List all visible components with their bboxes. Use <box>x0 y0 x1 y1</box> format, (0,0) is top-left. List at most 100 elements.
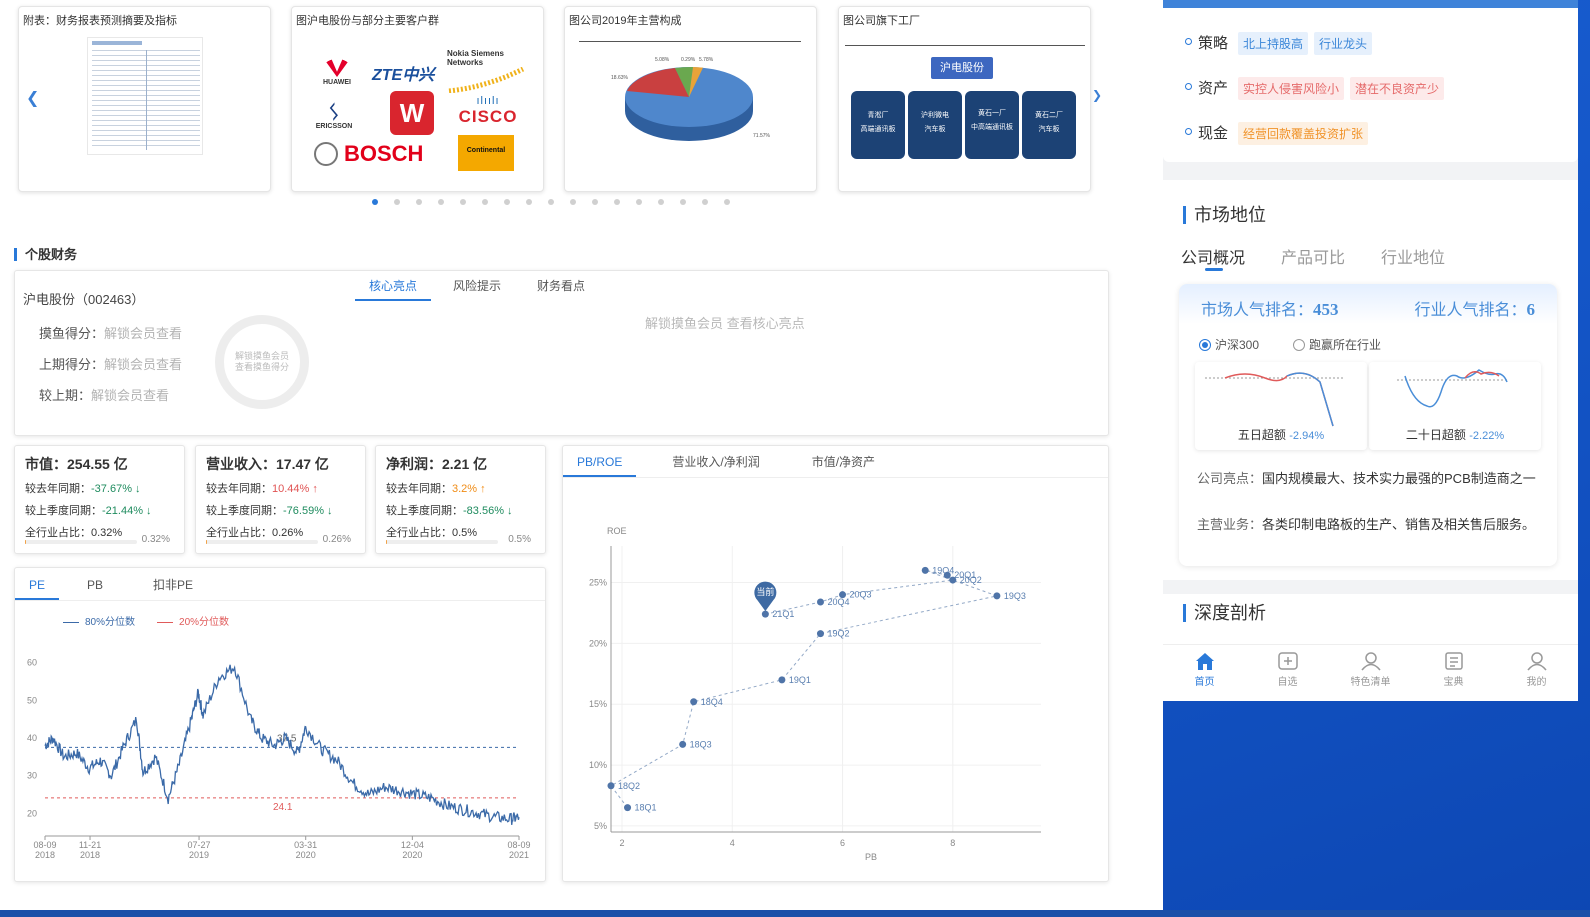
active-tab-underline <box>1205 268 1223 271</box>
carousel-dot[interactable] <box>658 199 664 205</box>
pe-series-line <box>44 664 520 825</box>
prev-score-locked-value[interactable]: 解锁会员查看 <box>104 357 182 372</box>
feature-tag[interactable]: 经营回款覆盖投资扩张 <box>1238 122 1369 145</box>
carousel-dot[interactable] <box>482 199 488 205</box>
pb-point-19Q1 <box>778 676 786 684</box>
metric-share-fill <box>25 540 27 544</box>
nav-label: 首页 <box>1194 677 1215 688</box>
pb-point-19Q2 <box>816 630 824 638</box>
metric-qoq: 较上季度同期：-83.56% ↓ <box>386 505 513 517</box>
pe-x-tick-label: 08-09 <box>33 840 56 850</box>
tab-industry-position[interactable]: 行业地位 <box>1381 244 1445 268</box>
carousel-dot[interactable] <box>460 199 466 205</box>
pb-point-label: 20Q4 <box>827 597 849 607</box>
metric-share-value: 0.26% <box>322 534 351 545</box>
feature-tag[interactable]: 北上持股高 <box>1238 32 1309 55</box>
pb-point-label: 19Q1 <box>789 675 811 685</box>
wuerth-logo: W <box>390 91 434 135</box>
factory-root-box: 沪电股份 <box>931 57 993 79</box>
main-business: 主营业务： 各类印制电路板的生产、销售及相关售后服务。 <box>1197 517 1536 532</box>
carousel-dot[interactable] <box>636 199 642 205</box>
tab-pe-deducted[interactable]: 扣非PE <box>131 572 215 600</box>
pb-x-tick-label: 4 <box>730 838 735 848</box>
radio-beat-industry[interactable]: 跑赢所在行业 <box>1293 336 1381 353</box>
change-locked-value[interactable]: 解锁会员查看 <box>91 388 169 403</box>
carousel-dot[interactable] <box>680 199 686 205</box>
carousel-slide-revenue-mix[interactable]: 图公司2019年主营构成 5.08% 0.29% 5.78% 18.63% 71… <box>564 6 817 192</box>
metric-yoy: 较去年同期：10.44% ↑ <box>206 483 318 495</box>
excess-20d-chart: 二十日超额 -2.22% <box>1369 362 1541 450</box>
book-icon <box>1412 651 1495 673</box>
tab-company-overview[interactable]: 公司概况 <box>1181 244 1245 268</box>
carousel-dot[interactable] <box>526 199 532 205</box>
unlock-highlights-text[interactable]: 解锁摸鱼会员 查看核心亮点 <box>645 313 805 332</box>
excess-5d-chart: 五日超额 -2.94% <box>1195 362 1367 450</box>
market-popularity: 市场人气排名：453 <box>1201 300 1339 319</box>
feature-tag[interactable]: 实控人侵害风险小 <box>1238 77 1345 100</box>
carousel-dot[interactable] <box>438 199 444 205</box>
tab-risk-warnings[interactable]: 风险提示 <box>431 273 523 301</box>
carousel-dot[interactable] <box>504 199 510 205</box>
metric-qoq: 较上季度同期：-21.44% ↓ <box>25 505 152 517</box>
pe-history-chart: 203040506008-09201811-21201807-27201903-… <box>27 658 531 860</box>
user-icon <box>1329 651 1412 673</box>
metric-qoq: 较上季度同期：-76.59% ↓ <box>206 505 333 517</box>
popularity-card: 市场人气排名：453 行业人气排名：6 沪深300 跑赢所在行业 五日超额 -2… <box>1179 284 1557 566</box>
factory-box: 青淞厂 高端通讯板 <box>851 91 905 159</box>
tab-cap-assets[interactable]: 市值/净资产 <box>796 449 891 477</box>
carousel-dot[interactable] <box>372 199 378 205</box>
pe-x-tick-label: 2020 <box>402 850 422 860</box>
carousel-dot[interactable] <box>724 199 730 205</box>
carousel-dot[interactable] <box>548 199 554 205</box>
nav-item[interactable]: 自选 <box>1246 645 1329 701</box>
tab-product-compare[interactable]: 产品可比 <box>1281 244 1345 268</box>
pe-x-tick-label: 03-31 <box>294 840 317 850</box>
pb-roe-scatter-chart: ROE 5% 10% 15% 20% 25% 2 4 6 8 PB 18Q1 18Q2 18Q3 18Q4 1… <box>589 526 1041 862</box>
carousel-dot[interactable] <box>702 199 708 205</box>
feature-tag[interactable]: 潜在不良资产少 <box>1350 77 1445 100</box>
current-marker-label: 当前 <box>756 586 774 597</box>
nav-item[interactable]: 我的 <box>1495 645 1578 701</box>
tab-core-highlights[interactable]: 核心亮点 <box>355 273 432 301</box>
pb-point-19Q4 <box>921 566 929 574</box>
slide-title: 图公司旗下工厂 <box>843 15 920 27</box>
feature-tag[interactable]: 行业龙头 <box>1314 32 1373 55</box>
radio-csi300[interactable]: 沪深300 <box>1199 336 1259 353</box>
tag-rows: 策略 北上持股高 行业龙头 资产 实控人侵害风险小 潜在不良资产少 现金 经营回款覆盖投资扩张 <box>1185 32 1450 167</box>
carousel-slide-financial-summary[interactable]: 附表：财务报表预测摘要及指标 <box>18 6 271 192</box>
slide-title: 附表：财务报表预测摘要及指标 <box>23 15 177 27</box>
score-gauge[interactable]: 解锁摸鱼会员 查看摸鱼得分 <box>215 315 309 409</box>
factory-box: 沪利微电 汽车板 <box>908 91 962 159</box>
pb-point-21Q1 <box>761 610 769 618</box>
carousel-dot[interactable] <box>394 199 400 205</box>
metric-card: 市值：254.55 亿 较去年同期：-37.67% ↓ 较上季度同期：-21.4… <box>14 445 185 554</box>
score-locked-value[interactable]: 解锁会员查看 <box>104 326 182 341</box>
tab-pb-roe[interactable]: PB/ROE <box>563 449 637 477</box>
nav-item[interactable]: 特色清单 <box>1329 645 1412 701</box>
pb-roe-card: PB/ROE 营业收入/净利润 市值/净资产 ROE 5% 10% 15% 20% 25%… <box>562 445 1109 882</box>
market-tabs: 公司概况 产品可比 行业地位 <box>1181 244 1445 268</box>
tab-finance-points[interactable]: 财务看点 <box>523 273 599 301</box>
nav-item[interactable]: 宝典 <box>1412 645 1495 701</box>
nokia-siemens-logo: Nokia Siemens Networks <box>447 49 527 93</box>
pb-point-18Q2 <box>607 782 615 790</box>
tab-revenue-profit[interactable]: 营业收入/净利润 <box>636 449 795 477</box>
carousel-slide-customers[interactable]: 图沪电股份与部分主要客户群 HUAWEI ZTE中兴 Nokia Siemens… <box>291 6 544 192</box>
tab-pe[interactable]: PE <box>15 572 60 600</box>
pb-trajectory-line <box>610 569 999 809</box>
score-label: 摸鱼得分： <box>39 326 105 341</box>
carousel-dot[interactable] <box>416 199 422 205</box>
carousel-dot[interactable] <box>592 199 598 205</box>
metric-card: 营业收入：17.47 亿 较去年同期：10.44% ↑ 较上季度同期：-76.5… <box>195 445 366 554</box>
carousel-slide-factories[interactable]: 图公司旗下工厂 沪电股份 青淞厂 高端通讯板 沪利微电 汽车板 黄石一厂 中高端… <box>838 6 1091 192</box>
factory-row: 青淞厂 高端通讯板 沪利微电 汽车板 黄石一厂 中高端通讯板 黄石二厂 汽车板 <box>851 91 1076 159</box>
pe-legend: 80%分位数 20%分位数 <box>63 613 229 628</box>
pb-y-tick-label: 15% <box>589 699 607 709</box>
carousel-next-icon[interactable]: ❯ <box>1092 88 1102 102</box>
home-icon <box>1163 651 1246 673</box>
tab-pb[interactable]: PB <box>59 572 131 600</box>
nav-item[interactable]: 首页 <box>1163 645 1246 701</box>
carousel-prev-icon[interactable]: ❮ <box>26 88 39 108</box>
carousel-dot[interactable] <box>570 199 576 205</box>
carousel-dot[interactable] <box>614 199 620 205</box>
